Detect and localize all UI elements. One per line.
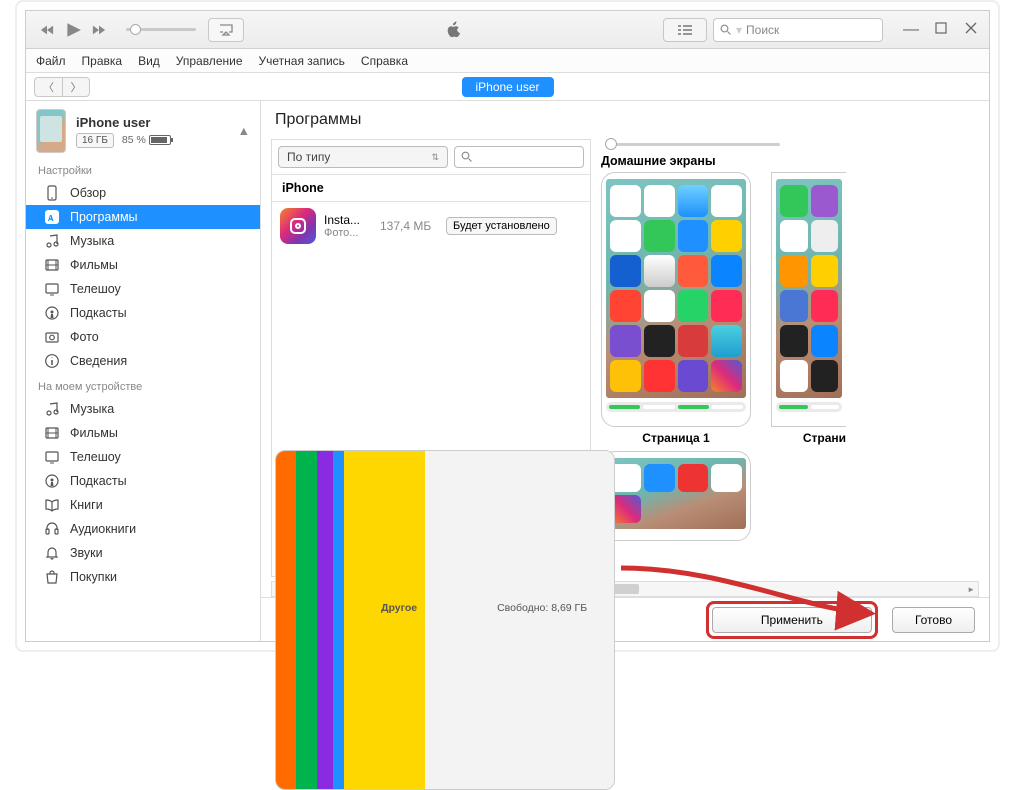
search-input[interactable]: ▾ Поиск [713,18,883,42]
audiobook-icon [44,521,60,537]
section-settings: Настройки [26,157,260,181]
window-controls: — [901,21,981,39]
sort-dropdown[interactable]: По типу ⇅ [278,146,448,168]
sidebar-item-summary[interactable]: Обзор [26,181,260,205]
tv-icon [44,281,60,297]
storage-chip: 16 ГБ [76,133,114,148]
sidebar-item-photos[interactable]: Фото [26,325,260,349]
list-view-button[interactable] [663,18,707,42]
menu-controls[interactable]: Управление [176,54,243,68]
app-category: Фото... [324,227,372,239]
screen-caption: Страница 1 [601,431,751,445]
ondev-tones[interactable]: Звуки [26,541,260,565]
titlebar: ▾ Поиск — [26,11,989,49]
ondev-movies[interactable]: Фильмы [26,421,260,445]
main-title: Программы [261,101,989,139]
capacity-bar [275,450,615,790]
next-icon[interactable] [92,23,106,37]
body: iPhone user 16 ГБ 85 % ▲ Настройки Обзор… [26,101,989,641]
menu-help[interactable]: Справка [361,54,408,68]
main: Программы По типу ⇅ iPhone [261,101,989,641]
apple-logo [252,21,655,39]
minimize-button[interactable]: — [901,21,921,39]
home-screen-1[interactable]: Страница 1 [601,172,751,545]
footer: Другое Свободно: 8,69 ГБ Применить Готов… [261,597,989,641]
capacity-free-label: Свободно: 8,69 ГБ [497,602,587,614]
sidebar-item-info[interactable]: Сведения [26,349,260,373]
music-icon [44,233,60,249]
done-button[interactable]: Готово [892,607,975,633]
home-screens-panel: Домашние экраны [601,139,979,577]
airplay-button[interactable] [208,18,244,42]
ondev-music[interactable]: Музыка [26,397,260,421]
playback-controls [34,21,112,39]
tv-icon [44,449,60,465]
movies-icon [44,257,60,273]
itunes-window: ▾ Поиск — Файл Правка Вид Управление Уче… [25,10,990,642]
prev-icon[interactable] [40,23,54,37]
ondev-purchases[interactable]: Покупки [26,565,260,589]
bell-icon [44,545,60,561]
search-icon [720,24,732,36]
menu-edit[interactable]: Правка [82,54,123,68]
apply-button[interactable]: Применить [712,607,872,633]
sidebar-item-music[interactable]: Музыка [26,229,260,253]
podcast-icon [44,305,60,321]
ondev-books[interactable]: Книги [26,493,260,517]
podcast-icon [44,473,60,489]
home-screen-2-partial[interactable]: Страни [771,172,846,545]
home-screens-title: Домашние экраны [601,154,979,172]
sidebar-item-podcasts[interactable]: Подкасты [26,301,260,325]
app-size: 137,4 МБ [380,219,438,233]
zoom-slider[interactable] [605,143,780,146]
play-icon[interactable] [64,21,82,39]
eject-icon[interactable]: ▲ [238,124,250,138]
battery-icon [149,135,171,145]
app-row[interactable]: Insta... Фото... 137,4 МБ Будет установл… [272,202,590,250]
photo-icon [44,329,60,345]
ondev-tv[interactable]: Телешоу [26,445,260,469]
close-button[interactable] [961,21,981,39]
app-name: Insta... [324,213,372,227]
device-pill[interactable]: iPhone user [461,77,553,97]
section-ondevice: На моем устройстве [26,373,260,397]
apps-icon [44,209,60,225]
bag-icon [44,569,60,585]
battery-status: 85 % [122,134,171,146]
nav-back-button[interactable]: 〈 [34,77,62,97]
menubar: Файл Правка Вид Управление Учетная запис… [26,49,989,73]
nav-forward-button[interactable]: 〉 [62,77,90,97]
sidebar: iPhone user 16 ГБ 85 % ▲ Настройки Обзор… [26,101,261,641]
sidebar-item-tv[interactable]: Телешоу [26,277,260,301]
app-group-header: iPhone [272,175,590,202]
device-image [36,109,66,153]
nav-row: 〈 〉 iPhone user [26,73,989,101]
capacity-other-label: Другое [381,602,417,614]
info-icon [44,353,60,369]
search-icon [461,151,473,163]
device-header: iPhone user 16 ГБ 85 % ▲ [26,101,260,157]
volume-slider[interactable] [126,28,196,31]
books-icon [44,497,60,513]
search-placeholder: Поиск [746,23,779,37]
apply-highlight: Применить [706,601,878,639]
music-icon [44,401,60,417]
ondev-audiobooks[interactable]: Аудиокниги [26,517,260,541]
chevron-updown-icon: ⇅ [431,152,439,163]
instagram-icon [280,208,316,244]
screen-caption: Страни [771,431,846,445]
sidebar-item-apps[interactable]: Программы [26,205,260,229]
app-action-button[interactable]: Будет установлено [446,217,557,235]
movies-icon [44,425,60,441]
ondev-podcasts[interactable]: Подкасты [26,469,260,493]
app-search-input[interactable] [454,146,584,168]
menu-account[interactable]: Учетная запись [259,54,345,68]
sidebar-item-movies[interactable]: Фильмы [26,253,260,277]
maximize-button[interactable] [931,21,951,39]
menu-file[interactable]: Файл [36,54,66,68]
device-name: iPhone user [76,115,228,130]
summary-icon [44,185,60,201]
menu-view[interactable]: Вид [138,54,160,68]
